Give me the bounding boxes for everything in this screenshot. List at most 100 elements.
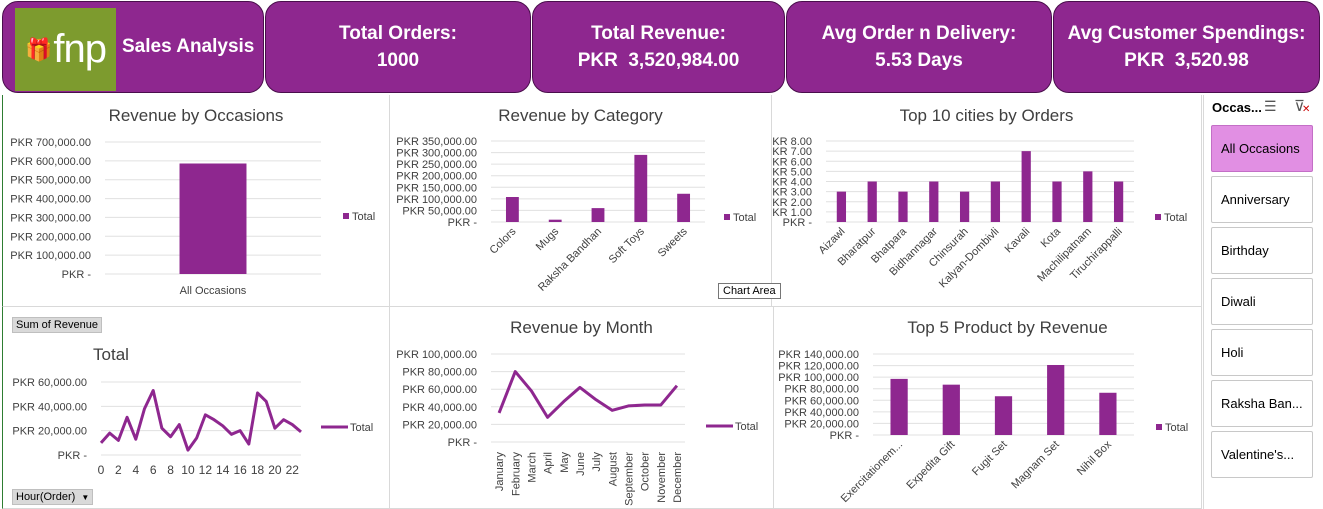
x-tick-label: 22 [286, 463, 300, 477]
bar [548, 219, 562, 222]
y-tick-label: PKR 20,000.00 [402, 419, 477, 431]
chart-area-tooltip: Chart Area [718, 283, 781, 299]
bar [1099, 392, 1117, 435]
legend-swatch [343, 213, 349, 219]
y-tick-label: PKR - [62, 269, 92, 281]
kpi-value: PKR 3,520,984.00 [577, 50, 740, 71]
slicer-item-raksha-bandhan[interactable]: Raksha Ban... [1211, 380, 1313, 427]
panel-revenue-by-hour[interactable]: Total PKR 60,000.00 PKR 40,000.00 PKR 20,0… [2, 307, 390, 509]
kpi-value: 5.53 Days [875, 50, 963, 71]
y-tick-label: PKR 200,000.00 [10, 231, 91, 243]
x-tick-label: June [575, 452, 587, 476]
slicer-item-birthday[interactable]: Birthday [1211, 227, 1313, 274]
gift-icon: 🎁 [24, 37, 52, 62]
legend-swatch [1156, 424, 1162, 430]
x-tick-label: Soft Toys [607, 225, 648, 266]
x-tick-label: 12 [199, 463, 213, 477]
series-line [497, 370, 679, 419]
dropdown-arrow-icon: ▼ [81, 493, 90, 502]
multi-select-icon[interactable]: ☰ [1264, 98, 1277, 115]
fnp-logo: 🎁 fnp [15, 8, 116, 91]
bar [1113, 181, 1124, 222]
panel-revenue-by-month[interactable]: Revenue by Month PKR 100,000.00 PKR 80,00… [390, 307, 774, 509]
y-tick-label: PKR - [830, 430, 860, 442]
y-tick-label: PKR 40,000.00 [784, 407, 859, 419]
bar [890, 378, 908, 435]
bar [1052, 181, 1062, 222]
y-tick-label: PKR 150,000.00 [396, 182, 477, 194]
y-tick-label: PKR 80,000.00 [402, 367, 477, 379]
y-tick-label: PKR 120,000.00 [778, 361, 859, 373]
x-tick-label: 10 [181, 463, 195, 477]
bar [505, 197, 519, 222]
x-tick-label: September [623, 452, 635, 506]
y-tick-label: PKR 100,000.00 [778, 372, 859, 384]
y-tick-label: PKR 350,000.00 [396, 136, 477, 148]
y-tick-label: PKR - [783, 217, 813, 229]
kpi-label: Avg Order n Delivery: [821, 23, 1017, 44]
hour-chart: PKR 60,000.00 PKR 40,000.00 PKR 20,000.00 P… [12, 377, 373, 477]
y-tick-label: PKR 400,000.00 [10, 194, 91, 206]
category-chart: PKR 350,000.00PKR 300,000.00PKR 250,000.… [396, 136, 756, 294]
x-tick-label: Nihil Box [1075, 438, 1115, 478]
month-chart: PKR 100,000.00 PKR 80,000.00 PKR 60,000.00… [396, 349, 758, 506]
y-tick-label: PKR 60,000.00 [402, 384, 477, 396]
bar [990, 181, 1001, 222]
bar [942, 384, 960, 435]
panel-top-cities[interactable]: Top 10 cities by Orders PKR 8.00PKR 7.00… [772, 95, 1202, 307]
x-tick-label: All Occasions [180, 285, 247, 297]
x-tick-label: February [510, 452, 522, 497]
x-tick-label: 20 [268, 463, 282, 477]
header-title-card: 🎁 fnp Sales Analysis [2, 1, 264, 93]
kpi-avg-spending: Avg Customer Spendings: PKR 3,520.98 [1053, 1, 1320, 93]
x-tick-label: 2 [115, 463, 122, 477]
legend-label: Total [352, 211, 375, 223]
y-tick-label: PKR 700,000.00 [10, 137, 91, 149]
legend-label: Total [733, 212, 756, 224]
kpi-value: 1000 [376, 50, 420, 71]
bar [929, 181, 939, 222]
kpi-label: Total Revenue: [591, 23, 726, 44]
kpi-total-revenue: Total Revenue: PKR 3,520,984.00 [532, 1, 785, 93]
kpi-label: Avg Customer Spendings: [1067, 23, 1306, 44]
slicer-item-anniversary[interactable]: Anniversary [1211, 176, 1313, 223]
bar [994, 396, 1013, 435]
x-tick-label: 8 [167, 463, 174, 477]
legend-swatch [1155, 214, 1161, 220]
series-line [99, 389, 302, 452]
x-tick-label: December [672, 452, 684, 503]
bar [1021, 151, 1031, 222]
x-tick-label: Kavali [1003, 226, 1033, 256]
panel-top-products[interactable]: Top 5 Product by Revenue PKR 140,000.00 P… [774, 307, 1202, 509]
x-tick-label: Mugs [534, 225, 562, 253]
y-tick-label: PKR 40,000.00 [12, 401, 87, 413]
panel-revenue-by-category[interactable]: Revenue by Category PKR 350,000.00 PKR 30… [390, 95, 772, 307]
sum-of-revenue-field-button[interactable]: Sum of Revenue [12, 317, 102, 333]
y-tick-label: PKR 40,000.00 [402, 402, 477, 414]
panel-revenue-by-occasions[interactable]: Revenue by Occasions PKR 700,000.00 PKR 6… [2, 95, 390, 307]
y-tick-label: PKR 80,000.00 [784, 384, 859, 396]
slicer-item-valentines[interactable]: Valentine's... [1211, 431, 1313, 478]
products-chart: PKR 140,000.00PKR 120,000.00PKR 100,000.… [778, 349, 1188, 505]
x-tick-label: May [559, 452, 571, 473]
legend-label: Total [735, 421, 758, 433]
field-label: Hour(Order) [16, 491, 76, 503]
y-tick-label: PKR 100,000.00 [396, 349, 477, 361]
clear-filter-icon[interactable]: ⊽ ✕ [1294, 97, 1310, 115]
slicer-item-all-occasions[interactable]: All Occasions [1211, 125, 1313, 172]
slicer-item-diwali[interactable]: Diwali [1211, 278, 1313, 325]
legend-label: Total [1165, 422, 1188, 434]
x-tick-label: 14 [216, 463, 230, 477]
x-tick-label: Kota [1039, 225, 1064, 250]
hour-order-field-button[interactable]: Hour(Order) ▼ [12, 489, 94, 505]
slicer-item-holi[interactable]: Holi [1211, 329, 1313, 376]
cities-chart: PKR 8.00PKR 7.00PKR 6.00PKR 5.00PKR 4.00… [772, 136, 1187, 290]
x-tick-label: January [494, 452, 506, 492]
x-tick-label: Machilipatnam [1035, 226, 1094, 285]
bar [1083, 171, 1093, 222]
x-tick-label: 4 [132, 463, 139, 477]
x-tick-label: April [543, 452, 555, 474]
x-tick-label: March [526, 452, 538, 483]
bar [677, 193, 691, 222]
bar [959, 191, 970, 222]
